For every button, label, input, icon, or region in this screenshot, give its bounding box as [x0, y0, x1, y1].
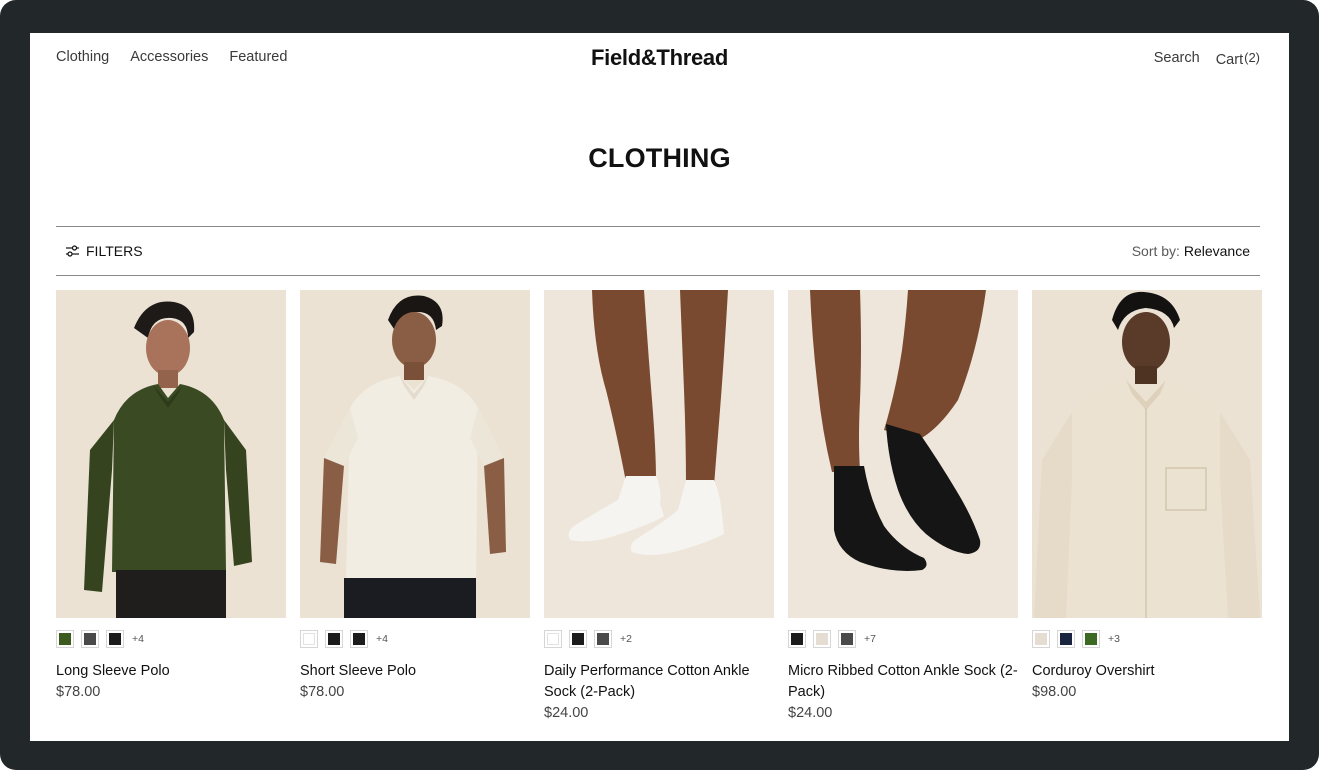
sort-control[interactable]: Sort by: Relevance	[1132, 243, 1250, 259]
sort-prefix: Sort by:	[1131, 243, 1180, 259]
product-price: $24.00	[544, 705, 589, 721]
cart-count: (2)	[1244, 50, 1260, 65]
color-swatches: +3	[1032, 629, 1262, 649]
color-swatch[interactable]	[569, 630, 587, 648]
store-logo[interactable]: Field&Thread	[30, 45, 1289, 71]
color-swatch[interactable]	[81, 630, 99, 648]
swatch-chip	[572, 633, 584, 645]
swatch-chip	[1085, 633, 1097, 645]
color-swatch[interactable]	[1082, 630, 1100, 648]
white-socks-image	[544, 290, 774, 618]
product-image[interactable]	[788, 290, 1018, 618]
page-title: CLOTHING	[588, 143, 731, 173]
model-cream-polo-image	[300, 290, 530, 618]
sliders-icon	[66, 245, 79, 257]
product-price: $78.00	[56, 684, 101, 700]
color-swatch[interactable]	[350, 630, 368, 648]
swatch-chip	[841, 633, 853, 645]
more-colors[interactable]: +2	[620, 633, 632, 645]
swatch-chip	[791, 633, 803, 645]
color-swatch[interactable]	[838, 630, 856, 648]
sort-value[interactable]: Relevance	[1184, 243, 1250, 259]
product-image[interactable]	[300, 290, 530, 618]
more-colors[interactable]: +4	[132, 633, 144, 645]
color-swatch[interactable]	[813, 630, 831, 648]
product-name[interactable]: Daily Performance Cotton Ankle Sock (2-P…	[544, 661, 774, 703]
product-image[interactable]	[544, 290, 774, 618]
color-swatches: +4	[56, 629, 286, 649]
swatch-chip	[303, 633, 315, 645]
color-swatch[interactable]	[325, 630, 343, 648]
swatch-chip	[1035, 633, 1047, 645]
color-swatch[interactable]	[106, 630, 124, 648]
product-name[interactable]: Corduroy Overshirt	[1032, 661, 1262, 682]
filters-label: FILTERS	[86, 243, 143, 259]
search-link[interactable]: Search	[1154, 50, 1200, 68]
color-swatch[interactable]	[788, 630, 806, 648]
color-swatches: +7	[788, 629, 1018, 649]
utility-nav: Search Cart(2)	[1154, 50, 1260, 68]
swatch-chip	[597, 633, 609, 645]
product-card[interactable]: +3 Corduroy Overshirt $98.00	[1032, 290, 1262, 721]
product-price: $98.00	[1032, 684, 1077, 700]
color-swatch[interactable]	[300, 630, 318, 648]
product-card[interactable]: +4 Short Sleeve Polo $78.00	[300, 290, 530, 721]
more-colors[interactable]: +4	[376, 633, 388, 645]
black-socks-image	[788, 290, 1018, 618]
product-name[interactable]: Short Sleeve Polo	[300, 661, 530, 682]
product-name[interactable]: Micro Ribbed Cotton Ankle Sock (2-Pack)	[788, 661, 1018, 703]
more-colors[interactable]: +7	[864, 633, 876, 645]
swatch-chip	[1060, 633, 1072, 645]
product-image[interactable]	[56, 290, 286, 618]
color-swatch[interactable]	[544, 630, 562, 648]
store-name[interactable]: Field&Thread	[591, 45, 728, 70]
swatch-chip	[328, 633, 340, 645]
product-card[interactable]: +4 Long Sleeve Polo $78.00	[56, 290, 286, 721]
browser-viewport: Clothing Accessories Featured Field&Thre…	[30, 33, 1289, 741]
color-swatch[interactable]	[56, 630, 74, 648]
swatch-chip	[109, 633, 121, 645]
product-card[interactable]: +2 Daily Performance Cotton Ankle Sock (…	[544, 290, 774, 721]
product-grid: +4 Long Sleeve Polo $78.00 +4 Short Slee…	[56, 290, 1262, 721]
swatch-chip	[84, 633, 96, 645]
product-price: $78.00	[300, 684, 345, 700]
product-card[interactable]: +7 Micro Ribbed Cotton Ankle Sock (2-Pac…	[788, 290, 1018, 721]
swatch-chip	[816, 633, 828, 645]
model-corduroy-overshirt-image	[1032, 290, 1262, 618]
more-colors[interactable]: +3	[1108, 633, 1120, 645]
swatch-chip	[353, 633, 365, 645]
color-swatches: +2	[544, 629, 774, 649]
product-name[interactable]: Long Sleeve Polo	[56, 661, 286, 682]
top-navigation: Clothing Accessories Featured Field&Thre…	[30, 33, 1289, 93]
color-swatch[interactable]	[1032, 630, 1050, 648]
device-frame: Clothing Accessories Featured Field&Thre…	[0, 0, 1319, 770]
filters-button[interactable]: FILTERS	[66, 243, 143, 259]
cart-label: Cart	[1215, 52, 1244, 68]
model-olive-polo-image	[56, 290, 286, 618]
collection-toolbar: FILTERS Sort by: Relevance	[56, 226, 1260, 276]
swatch-chip	[547, 633, 559, 645]
color-swatch[interactable]	[594, 630, 612, 648]
color-swatch[interactable]	[1057, 630, 1075, 648]
product-price: $24.00	[788, 705, 833, 721]
cart-link[interactable]: Cart(2)	[1216, 50, 1260, 68]
product-image[interactable]	[1032, 290, 1262, 618]
swatch-chip	[59, 633, 71, 645]
color-swatches: +4	[300, 629, 530, 649]
